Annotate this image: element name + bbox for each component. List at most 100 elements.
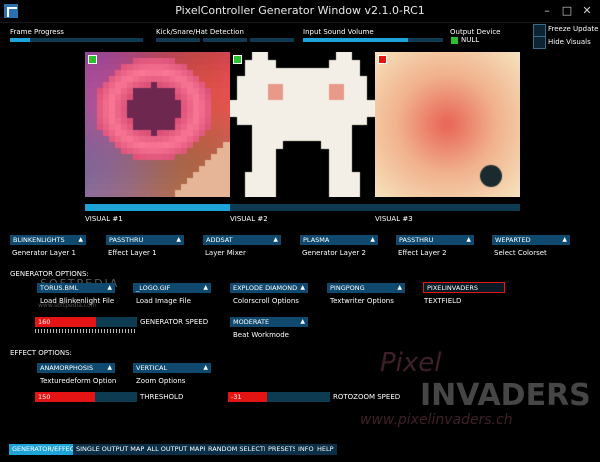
beat-detection-label: Kick/Snare/Hat Detection: [156, 28, 244, 36]
minimize-button[interactable]: –: [538, 4, 556, 18]
generator-layer-2-dropdown[interactable]: PLASMA ▲: [300, 235, 378, 245]
visual-3-preview: [375, 52, 520, 197]
textwriter-dropdown[interactable]: PINGPONG ▲: [327, 283, 405, 293]
visual-2-preview: [230, 52, 375, 197]
blinkenlight-file-value: TORUS.BML: [40, 284, 79, 292]
window-title: PixelController Generator Window v2.1.0-…: [175, 4, 425, 17]
dropdown-arrow-icon: ▲: [273, 236, 278, 243]
effect-options-heading: EFFECT OPTIONS:: [10, 349, 72, 357]
visual-1-preview: [85, 52, 230, 197]
output-device-label: Output Device: [450, 28, 501, 36]
dropdown-arrow-icon: ▲: [300, 318, 305, 325]
textwriter-value: PINGPONG: [330, 284, 365, 292]
close-button[interactable]: ✕: [578, 4, 596, 18]
hide-visuals-label: Hide Visuals: [548, 38, 591, 46]
texturedeform-dropdown[interactable]: ANAMORPHOSIS ▲: [37, 363, 115, 373]
dropdown-arrow-icon: ▲: [176, 236, 181, 243]
rotozoom-speed-value: -31: [231, 393, 242, 401]
rotozoom-speed-slider[interactable]: -31: [228, 392, 330, 402]
zoom-value: VERTICAL: [136, 364, 168, 372]
generator-layer-1-dropdown[interactable]: BLINKENLIGHTS ▲: [10, 235, 86, 245]
visual-1-label[interactable]: VISUAL #1: [85, 215, 123, 223]
visual-2-marker: [233, 55, 242, 64]
layer-mixer-caption: Layer Mixer: [205, 249, 246, 257]
dropdown-arrow-icon: ▲: [203, 364, 208, 371]
kick-indicator: [156, 38, 200, 42]
site-watermark: www.pixelinvaders.ch: [360, 412, 513, 428]
textfield-caption: TEXTFIELD: [424, 297, 462, 305]
input-volume-label: Input Sound Volume: [303, 28, 374, 36]
pixelinvaders-watermark: Pixel: [380, 348, 442, 378]
dropdown-arrow-icon: ▲: [107, 284, 112, 291]
dropdown-arrow-icon: ▲: [466, 236, 471, 243]
beat-workmode-value: MODERATE: [233, 318, 270, 326]
visual-2-bar: [230, 204, 375, 211]
text-input[interactable]: PIXELINVADERS: [423, 282, 505, 293]
visual-1-marker: [88, 55, 97, 64]
blinkenlight-file-dropdown[interactable]: TORUS.BML ▲: [37, 283, 115, 293]
colorscroll-value: EXPLODE DIAMOND: [233, 284, 298, 292]
visual-3-canvas: [375, 52, 520, 197]
colorscroll-dropdown[interactable]: EXPLODE DIAMOND ▲: [230, 283, 308, 293]
generator-layer-1-value: BLINKENLIGHTS: [13, 236, 65, 244]
tab-generator-effect[interactable]: GENERATOR/EFFECT: [9, 444, 82, 455]
beat-workmode-dropdown[interactable]: MODERATE ▲: [230, 317, 308, 327]
effect-layer-2-dropdown[interactable]: PASSTHRU ▲: [396, 235, 474, 245]
tab-help[interactable]: HELP: [314, 444, 337, 455]
dropdown-arrow-icon: ▲: [562, 236, 567, 243]
effect-layer-1-value: PASSTHRU: [109, 236, 144, 244]
generator-speed-value: 160: [38, 318, 51, 326]
output-device-value: NULL: [461, 36, 480, 44]
blinkenlight-file-caption: Load Blinkenlight File: [40, 297, 115, 305]
dropdown-arrow-icon: ▲: [397, 284, 402, 291]
generator-layer-2-caption: Generator Layer 2: [302, 249, 366, 257]
texturedeform-value: ANAMORPHOSIS: [40, 364, 94, 372]
textwriter-caption: Textwriter Options: [330, 297, 394, 305]
layer-mixer-dropdown[interactable]: ADDSAT ▲: [203, 235, 281, 245]
colorset-value: WEPARTED: [495, 236, 531, 244]
input-volume-fill: [303, 38, 408, 42]
visual-3-label[interactable]: VISUAL #3: [375, 215, 413, 223]
colorset-dropdown[interactable]: WEPARTED ▲: [492, 235, 570, 245]
visual-2-canvas: [230, 52, 375, 197]
hat-indicator: [250, 38, 294, 42]
image-file-dropdown[interactable]: _LOGO.GIF ▲: [133, 283, 211, 293]
threshold-slider[interactable]: 150: [35, 392, 137, 402]
dropdown-arrow-icon: ▲: [107, 364, 112, 371]
frame-progress-label: Frame Progress: [10, 28, 64, 36]
visual-1-canvas: [85, 52, 230, 197]
generator-options-heading: GENERATOR OPTIONS:: [10, 270, 89, 278]
effect-layer-1-dropdown[interactable]: PASSTHRU ▲: [106, 235, 184, 245]
hide-visuals-checkbox[interactable]: [533, 36, 546, 49]
visual-3-marker: [378, 55, 387, 64]
title-bar: PixelController Generator Window v2.1.0-…: [0, 0, 600, 23]
generator-layer-1-caption: Generator Layer 1: [12, 249, 76, 257]
visual-1-bar-fill: [85, 204, 230, 211]
beat-workmode-caption: Beat Workmode: [233, 331, 289, 339]
dropdown-arrow-icon: ▲: [78, 236, 83, 243]
dropdown-arrow-icon: ▲: [300, 284, 305, 291]
generator-layer-2-value: PLASMA: [303, 236, 330, 244]
frame-progress-bar: [10, 38, 143, 42]
visual-3-bar: [375, 204, 520, 211]
generator-speed-slider[interactable]: 160: [35, 317, 137, 327]
visual-2-label[interactable]: VISUAL #2: [230, 215, 268, 223]
generator-speed-label: GENERATOR SPEED: [140, 318, 209, 326]
zoom-dropdown[interactable]: VERTICAL ▲: [133, 363, 211, 373]
generator-speed-ticks: [35, 329, 137, 333]
threshold-value: 150: [38, 393, 51, 401]
frame-progress-fill: [10, 38, 30, 42]
effect-layer-2-value: PASSTHRU: [399, 236, 434, 244]
texturedeform-caption: Texturedeform Option: [40, 377, 117, 385]
effect-layer-2-caption: Effect Layer 2: [398, 249, 447, 257]
snare-indicator: [203, 38, 247, 42]
dropdown-arrow-icon: ▲: [203, 284, 208, 291]
effect-layer-1-caption: Effect Layer 1: [108, 249, 157, 257]
freeze-update-label: Freeze Update: [548, 25, 599, 33]
maximize-button[interactable]: □: [558, 4, 576, 18]
colorset-caption: Select Colorset: [494, 249, 547, 257]
rotozoom-speed-label: ROTOZOOM SPEED: [333, 393, 401, 401]
dropdown-arrow-icon: ▲: [370, 236, 375, 243]
layer-mixer-value: ADDSAT: [206, 236, 233, 244]
visual-1-bar: [85, 204, 230, 211]
